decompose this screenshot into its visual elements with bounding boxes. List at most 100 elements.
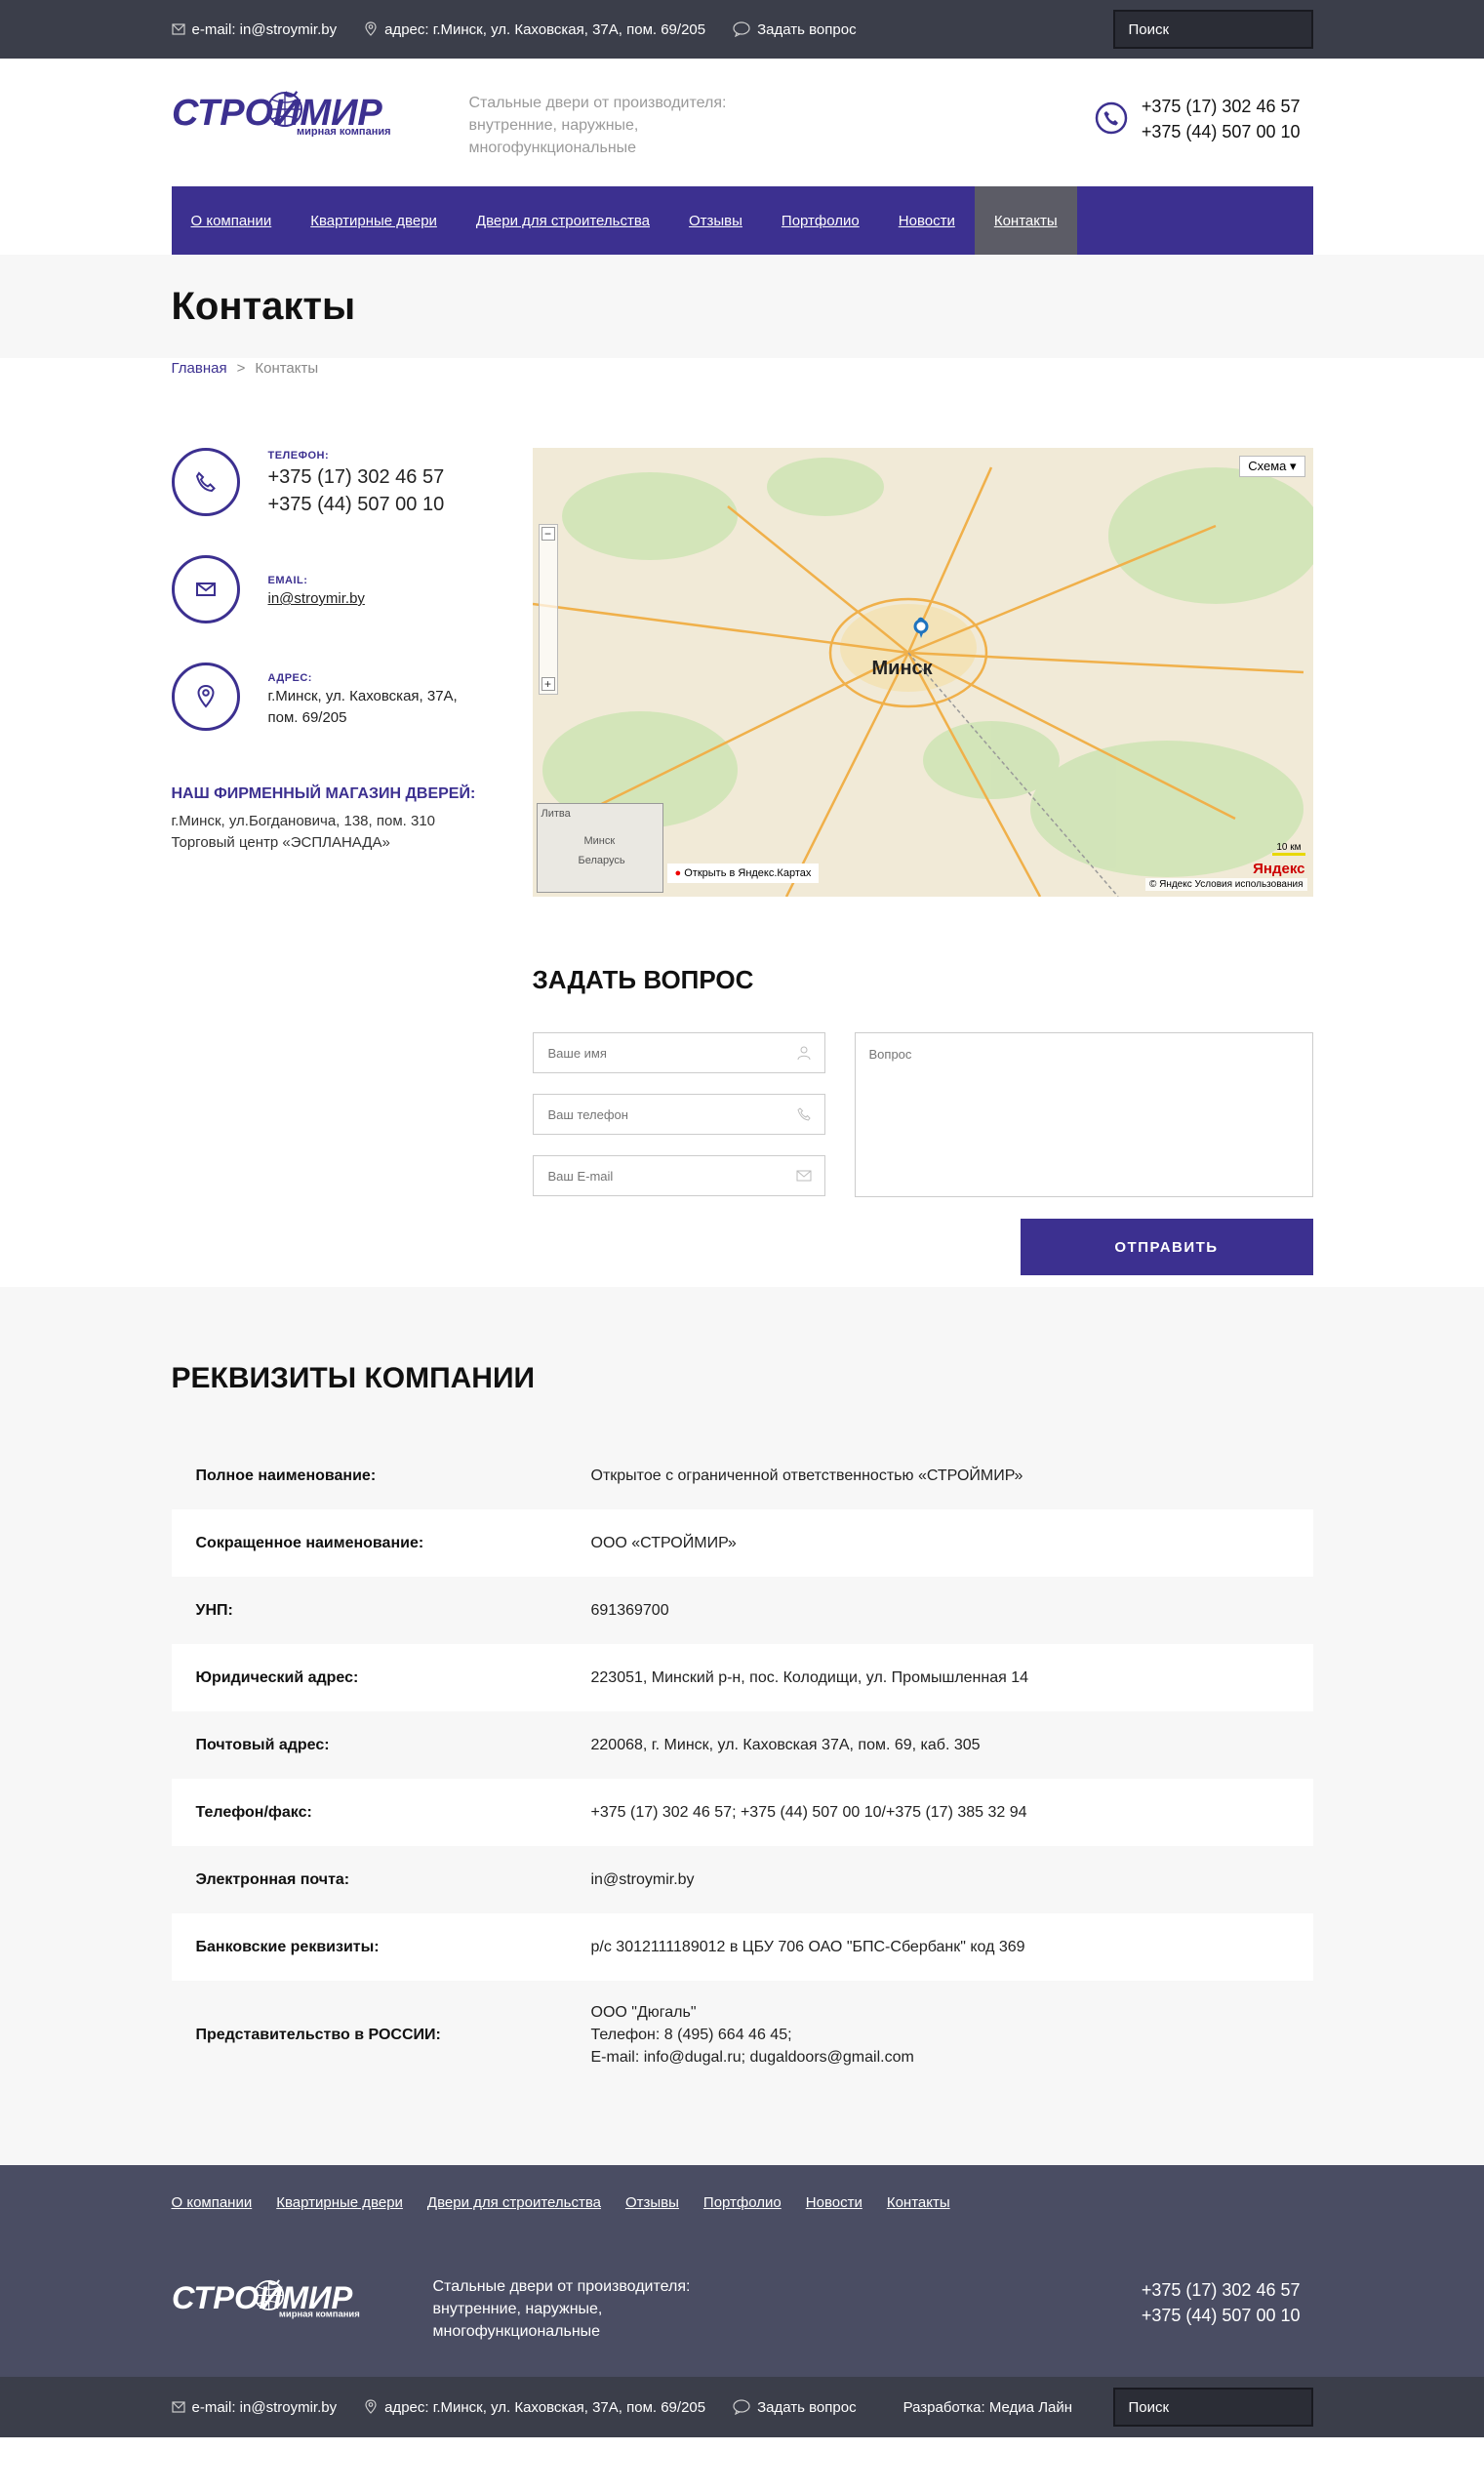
footer-phones: +375 (17) 302 46 57 +375 (44) 507 00 10 <box>1142 2277 1301 2328</box>
table-row: Юридический адрес: 223051, Минский р-н, п… <box>171 1644 1313 1711</box>
footer-search-input[interactable] <box>1112 2388 1313 2427</box>
minimap-label-minsk: Минск <box>583 835 616 847</box>
open-in-yandex-link[interactable]: ● Открыть в Яндекс.Картах <box>666 864 820 883</box>
mail-icon <box>171 23 185 35</box>
map-zoom-control[interactable]: − + <box>538 524 558 695</box>
chat-icon <box>733 21 750 37</box>
nav-item-construction-doors[interactable]: Двери для строительства <box>457 186 669 255</box>
phone-icon <box>796 1107 811 1121</box>
footer-nav-about[interactable]: О компании <box>172 2194 253 2211</box>
shop-line-1: г.Минск, ул.Богдановича, 138, пом. 310 <box>171 813 436 829</box>
zoom-in-button[interactable]: + <box>541 677 555 691</box>
form-title: ЗАДАТЬ ВОПРОС <box>532 965 754 994</box>
contact-email-link[interactable]: in@stroymir.by <box>268 588 365 610</box>
bottombar-email[interactable]: e-mail: in@stroymir.by <box>171 2398 338 2416</box>
footer-nav-construction-doors[interactable]: Двери для строительства <box>427 2194 601 2211</box>
req-key: Юридический адрес: <box>195 1668 359 1686</box>
footer-nav-apartment-doors[interactable]: Квартирные двери <box>276 2194 403 2211</box>
req-value: 220068, г. Минск, ул. Каховская 37А, пом… <box>590 1737 981 1753</box>
table-row: Почтовый адрес: 220068, г. Минск, ул. Ках… <box>172 1711 1313 1779</box>
footer-tagline: Стальные двери от производителя: внутрен… <box>432 2278 691 2340</box>
map-scheme-dropdown[interactable]: Схема ▾ <box>1239 456 1305 477</box>
table-row: УНП: 691369700 <box>172 1577 1313 1644</box>
yandex-map[interactable]: Схема ▾ − + Минск Литва Минск Беларусь ●… <box>532 448 1313 897</box>
nav-item-portfolio[interactable]: Портфолио <box>762 186 879 255</box>
topbar-ask-link[interactable]: Задать вопрос <box>733 21 857 38</box>
zoom-out-button[interactable]: − <box>541 527 555 541</box>
nav-item-reviews[interactable]: Отзывы <box>669 186 762 255</box>
search-input[interactable] <box>1112 10 1313 49</box>
location-icon <box>365 21 377 36</box>
contact-address: АДРЕС: г.Минск, ул. Каховская, 37А, пом.… <box>171 663 494 770</box>
req-key: УНП: <box>195 1601 233 1619</box>
footer-phone-2[interactable]: +375 (44) 507 00 10 <box>1142 2303 1301 2328</box>
header-phone-2[interactable]: +375 (44) 507 00 10 <box>1142 119 1301 144</box>
submit-button[interactable]: ОТПРАВИТЬ <box>1020 1219 1313 1275</box>
topbar-email[interactable]: e-mail: in@stroymir.by <box>171 20 338 38</box>
phone-link-3[interactable]: +375 (17) 385 32 94 <box>886 1804 1027 1821</box>
mail-icon <box>171 2401 185 2413</box>
phone-link-1[interactable]: +375 (17) 302 46 57 <box>591 1804 733 1821</box>
footer-nav-reviews[interactable]: Отзывы <box>625 2194 679 2211</box>
map-pin-icon: ● <box>674 867 682 879</box>
phone-input[interactable] <box>532 1094 825 1135</box>
email-link-dugal[interactable]: info@dugal.ru <box>644 2049 742 2066</box>
header-tagline: Стальные двери от производителя: внутрен… <box>468 95 727 156</box>
req-key: Электронная почта: <box>195 1870 350 1888</box>
footer-logo[interactable]: СТРОЙМИР мирная компания <box>172 2276 391 2324</box>
email-link-dugaldoors[interactable]: dugaldoors@gmail.com <box>749 2049 913 2066</box>
header-phone-1[interactable]: +375 (17) 302 46 57 <box>1142 94 1301 119</box>
nav-item-about[interactable]: О компании <box>172 186 292 255</box>
topbar-address: адрес: г.Минск, ул. Каховская, 37А, пом.… <box>364 21 705 38</box>
requisites-table: Полное наименование: Открытое с ограничен… <box>171 1442 1313 2089</box>
footer: О компании Квартирные двери Двери для ст… <box>0 2165 1484 2377</box>
map-city-label: Минск <box>871 658 933 679</box>
bottombar-ask-text: Задать вопрос <box>757 2398 857 2416</box>
bottom-bar: e-mail: in@stroymir.by адрес: г.Минск, у… <box>0 2377 1484 2437</box>
footer-nav-contacts[interactable]: Контакты <box>887 2194 950 2211</box>
contact-info: ТЕЛЕФОН: +375 (17) 302 46 57 +375 (44) 5… <box>171 448 494 770</box>
table-row: Полное наименование: Открытое с ограничен… <box>172 1442 1313 1509</box>
page-title: Контакты <box>171 285 356 328</box>
developer-link[interactable]: Медиа Лайн <box>989 2399 1072 2416</box>
phone-link-2[interactable]: +375 (44) 507 00 10 <box>741 1804 882 1821</box>
req-value: +375 (17) 302 46 57; +375 (44) 507 00 10… <box>590 1804 1027 1821</box>
footer-phone-1[interactable]: +375 (17) 302 46 57 <box>1142 2277 1301 2303</box>
contact-phone-2[interactable]: +375 (44) 507 00 10 <box>268 491 445 518</box>
name-input[interactable] <box>532 1032 825 1073</box>
nav-item-contacts[interactable]: Контакты <box>974 186 1077 255</box>
header: СТРОЙМИР мирная компания Стальные двери … <box>0 59 1484 186</box>
developer-credit: Разработка: Медиа Лайн <box>903 2399 1072 2416</box>
question-textarea[interactable] <box>854 1032 1313 1197</box>
map-minimap[interactable]: Литва Минск Беларусь <box>536 803 663 893</box>
nav-item-apartment-doors[interactable]: Квартирные двери <box>291 186 457 255</box>
footer-nav-portfolio[interactable]: Портфолио <box>703 2194 782 2211</box>
user-icon <box>797 1046 810 1061</box>
req-key: Сокращенное наименование: <box>195 1534 424 1551</box>
email-input[interactable] <box>532 1155 825 1196</box>
bottombar-ask-link[interactable]: Задать вопрос <box>733 2398 857 2416</box>
email-label: EMAIL: <box>267 575 308 586</box>
footer-nav-news[interactable]: Новости <box>806 2194 862 2211</box>
topbar-email-text: e-mail: in@stroymir.by <box>191 20 338 38</box>
chat-icon <box>733 2399 750 2415</box>
address-label: АДРЕС: <box>267 672 312 684</box>
contact-phone: ТЕЛЕФОН: +375 (17) 302 46 57 +375 (44) 5… <box>171 448 494 555</box>
map-copyright[interactable]: © Яндекс Условия использования <box>1144 878 1307 891</box>
logo[interactable]: СТРОЙМИР мирная компания <box>172 88 427 141</box>
russia-company: ООО "Дюгаль" <box>590 2004 697 2021</box>
contact-phone-1[interactable]: +375 (17) 302 46 57 <box>268 463 445 491</box>
map-scale: 10 км <box>1272 842 1305 856</box>
email-link[interactable]: in@stroymir.by <box>591 1871 695 1888</box>
breadcrumb-home[interactable]: Главная <box>172 360 227 377</box>
shop-title: НАШ ФИРМЕННЫЙ МАГАЗИН ДВЕРЕЙ: <box>171 785 476 802</box>
svg-text:мирная компания: мирная компания <box>297 126 391 137</box>
header-phones: +375 (17) 302 46 57 +375 (44) 507 00 10 <box>1142 94 1301 144</box>
contacts-section: ТЕЛЕФОН: +375 (17) 302 46 57 +375 (44) 5… <box>171 380 1313 1287</box>
req-value: р/с 3012111189012 в ЦБУ 706 ОАО "БПС-Сбе… <box>590 1939 1025 1955</box>
bottombar-email-text: e-mail: in@stroymir.by <box>191 2398 338 2416</box>
breadcrumb-separator: > <box>236 360 246 377</box>
table-row: Телефон/факс: +375 (17) 302 46 57; +375 … <box>171 1779 1313 1846</box>
yandex-logo: Яндекс <box>1253 861 1305 877</box>
nav-item-news[interactable]: Новости <box>879 186 975 255</box>
